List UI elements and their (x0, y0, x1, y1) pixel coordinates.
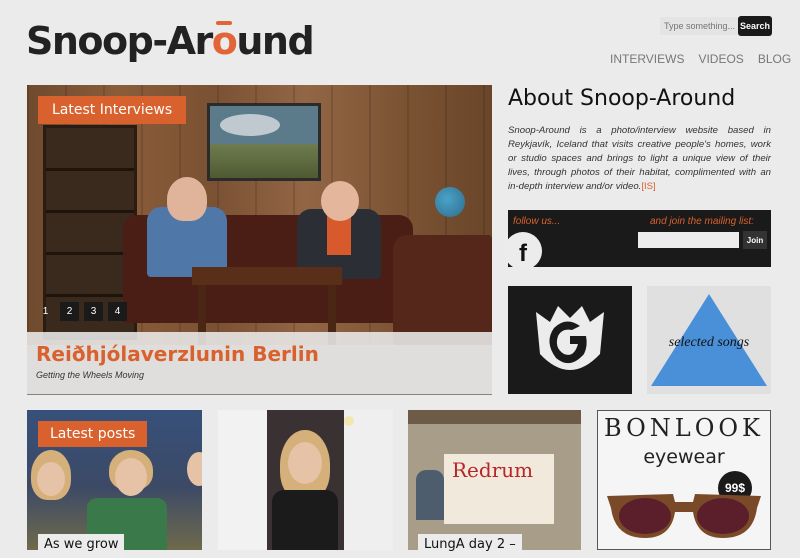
person-face (37, 462, 65, 496)
landscape-painting (207, 103, 321, 181)
globe (435, 187, 465, 217)
slider-pager: 1 2 3 4 (36, 302, 127, 321)
post-caption-1[interactable]: As we grow (38, 534, 125, 558)
ceiling (408, 410, 581, 424)
about-text: Snoop-Around is a photo/interview websit… (508, 124, 771, 194)
latest-interviews-tag[interactable]: Latest Interviews (38, 96, 187, 124)
redrum-wall: Redrum (444, 454, 554, 524)
search-button[interactable]: Search (738, 16, 772, 36)
site-logo[interactable]: Snoop-Around (26, 18, 315, 64)
nav-videos[interactable]: VIDEOS (698, 52, 743, 66)
featured-title[interactable]: Reiðhjólaverzlunin Berlin (36, 342, 319, 366)
post-caption-3[interactable]: LungA day 2 – (418, 534, 522, 558)
post-card-3[interactable]: Redrum (408, 410, 581, 550)
follow-us-label: follow us... (513, 216, 561, 227)
coffee-table (192, 267, 342, 345)
mailing-email-input[interactable] (638, 232, 739, 248)
search-input[interactable] (660, 17, 742, 35)
facebook-icon[interactable]: f (504, 232, 542, 270)
leather-armchair (393, 235, 492, 345)
redrum-graffiti: Redrum (452, 458, 534, 482)
logo-text-start: Snoop-Ar (26, 19, 213, 63)
selected-songs-label: selected songs (668, 335, 750, 350)
mailing-list-label: and join the mailing list: (650, 216, 754, 227)
about-heading: About Snoop-Around (508, 86, 736, 111)
ad-subtitle: eyewear (643, 446, 725, 468)
ceiling-lamp (344, 416, 354, 426)
person-right-head (321, 181, 359, 221)
sunglasses-icon (607, 494, 761, 538)
g-crest-icon (536, 306, 604, 370)
main-nav: INTERVIEWS VIDEOS BLOG (610, 52, 791, 66)
ad-brand: BONLOOK (604, 414, 764, 442)
nav-interviews[interactable]: INTERVIEWS (610, 52, 684, 66)
logo-text-end: und (236, 19, 314, 63)
post-card-2[interactable] (218, 410, 393, 550)
latest-posts-tag[interactable]: Latest posts (38, 421, 148, 447)
pager-dot-4[interactable]: 4 (108, 302, 127, 321)
featured-subtitle: Getting the Wheels Moving (36, 370, 145, 380)
join-button[interactable]: Join (743, 231, 767, 249)
pager-dot-2[interactable]: 2 (60, 302, 79, 321)
person-outfit (272, 490, 338, 550)
logo-o-mark: o (211, 19, 238, 63)
g-crest-tile[interactable] (508, 286, 632, 394)
person-face (115, 458, 147, 496)
person-figure (416, 470, 444, 520)
person-face (288, 442, 322, 484)
pager-dot-3[interactable]: 3 (84, 302, 103, 321)
nav-blog[interactable]: BLOG (758, 52, 791, 66)
person-face (187, 452, 202, 486)
language-link[interactable]: [IS] (641, 181, 655, 192)
pager-dot-1[interactable]: 1 (36, 302, 55, 321)
about-body: Snoop-Around is a photo/interview websit… (508, 125, 771, 192)
person-left-head (167, 177, 207, 221)
